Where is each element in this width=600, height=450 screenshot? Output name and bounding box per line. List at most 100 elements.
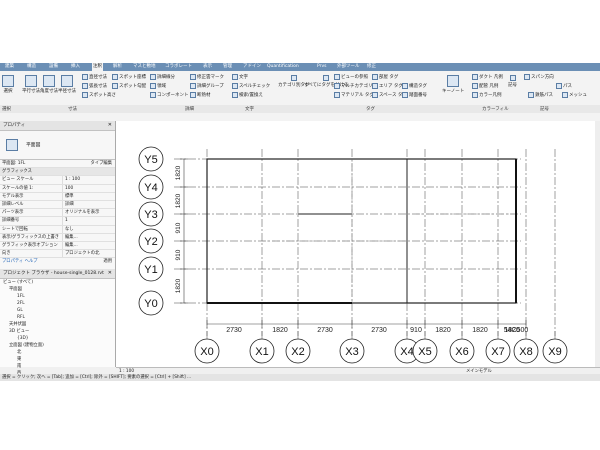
browser-tree-item[interactable]: 2FL bbox=[3, 300, 115, 307]
drawing-canvas[interactable]: 2730 1820 2730 2730 910 1820 1820 1820 54C500 182… bbox=[116, 121, 600, 367]
diameter-dim-button[interactable]: 直径寸法 bbox=[82, 74, 107, 80]
panel-text[interactable]: 文字 bbox=[245, 106, 254, 112]
panel-tag[interactable]: タグ bbox=[366, 106, 375, 112]
area-tag-button[interactable]: エリア タグ bbox=[372, 83, 403, 89]
view-reference-button[interactable]: ビューの参照 bbox=[334, 74, 368, 80]
property-value[interactable]: オリジナルを表示 bbox=[63, 209, 115, 216]
browser-tree-item[interactable]: 東 bbox=[3, 356, 115, 363]
find-replace-button[interactable]: 検索/置換え bbox=[232, 92, 263, 98]
radial-dim-button[interactable]: 半径寸法 bbox=[58, 75, 76, 94]
symbol-button[interactable]: 記号 bbox=[508, 75, 517, 88]
area-tag-label: エリア タグ bbox=[379, 84, 403, 89]
property-value[interactable]: 編集... bbox=[63, 242, 115, 249]
panel-select[interactable]: 選択 bbox=[2, 106, 11, 112]
browser-tree-item[interactable]: 1FL bbox=[3, 293, 115, 300]
floor-plan-drawing[interactable]: 2730 1820 2730 2730 910 1820 1820 1820 54C500 182… bbox=[116, 121, 600, 367]
pipe-legend-button[interactable]: 配管 凡例 bbox=[472, 83, 498, 89]
panel-color-fill[interactable]: カラーフィル bbox=[482, 106, 509, 112]
ribbon-tab-5[interactable]: 解析 bbox=[112, 63, 123, 71]
ribbon-tab-10[interactable]: アドイン bbox=[242, 63, 262, 71]
room-tag-button[interactable]: 部屋 タグ bbox=[372, 74, 398, 80]
ribbon-tab-8[interactable]: 表示 bbox=[202, 63, 213, 71]
property-value[interactable]: 編集... bbox=[63, 234, 115, 241]
ribbon-tab-12[interactable]: Prvs bbox=[316, 63, 328, 71]
ribbon-tab-3[interactable]: 挿入 bbox=[70, 63, 81, 71]
browser-tree-item[interactable]: 3D ビュー bbox=[3, 328, 115, 335]
properties-help-link[interactable]: プロパティ ヘルプ bbox=[0, 258, 62, 265]
spot-coord-button[interactable]: スポット座標 bbox=[112, 74, 146, 80]
type-selector[interactable]: 平面図 bbox=[0, 131, 115, 160]
region-button[interactable]: 領域 bbox=[150, 83, 166, 89]
ribbon-tab-7[interactable]: コラボレート bbox=[164, 63, 193, 71]
ribbon-tab-4[interactable]: 注釈 bbox=[92, 63, 103, 71]
ribbon-tab-14[interactable]: 修正 bbox=[366, 63, 377, 71]
path-button[interactable]: パス bbox=[556, 83, 572, 89]
rebar-path-button[interactable]: 鉄筋パス bbox=[528, 92, 553, 98]
property-value[interactable]: 1 bbox=[63, 217, 115, 224]
duct-legend-button[interactable]: ダクト 凡例 bbox=[472, 74, 503, 80]
property-value[interactable]: 100 bbox=[63, 185, 115, 192]
panel-dimension[interactable]: 寸法 bbox=[68, 106, 77, 112]
browser-tree-item[interactable]: RFL bbox=[3, 314, 115, 321]
vertical-scrollbar[interactable] bbox=[595, 121, 600, 367]
keynote-button[interactable]: キーノート bbox=[442, 75, 464, 94]
property-value[interactable]: 標準 bbox=[63, 193, 115, 200]
detail-group-button[interactable]: 詳細グループ bbox=[190, 83, 224, 89]
insulation-button[interactable]: 断熱材 bbox=[190, 92, 211, 98]
properties-pane: プロパティ ✕ 平面図 平面図: 1FL タイプ編集 グラフィックス ビュー ス… bbox=[0, 121, 116, 269]
ribbon-tab-13[interactable]: 外部ツール bbox=[336, 63, 361, 71]
close-icon[interactable]: ✕ bbox=[108, 269, 112, 278]
view-selector[interactable]: 平面図: 1FL bbox=[0, 160, 57, 167]
section-label: グラフィックス bbox=[2, 169, 32, 175]
aligned-dim-button[interactable]: 平行寸法 bbox=[22, 75, 40, 94]
property-name: 詳細レベル bbox=[0, 200, 63, 209]
ribbon-tab-11[interactable]: Quantification bbox=[266, 63, 300, 71]
browser-tree-item[interactable]: 天井伏図 bbox=[3, 321, 115, 328]
status-hint: 選択 = クリック; 次へ = [Tab]; 追加 = [Ctrl]; 除外 =… bbox=[2, 375, 192, 380]
floor-plan-icon bbox=[6, 139, 18, 151]
ribbon-tab-1[interactable]: 構造 bbox=[26, 63, 37, 71]
browser-tree-item[interactable]: ビュー (すべて) bbox=[3, 279, 115, 286]
dimension-text-x: 2730 bbox=[371, 327, 387, 334]
span-direction-button[interactable]: スパン方向 bbox=[524, 74, 554, 80]
color-legend-button[interactable]: カラー凡例 bbox=[472, 92, 502, 98]
browser-tree-item[interactable]: 北 bbox=[3, 349, 115, 356]
property-value[interactable]: 詳細 bbox=[63, 201, 115, 208]
mesh-button[interactable]: メッシュ bbox=[562, 92, 587, 98]
section-header[interactable]: グラフィックス bbox=[0, 168, 115, 177]
angular-dim-button[interactable]: 角度寸法 bbox=[40, 75, 58, 94]
spell-check-button[interactable]: スペルチェック bbox=[232, 83, 270, 89]
property-value[interactable]: なし bbox=[63, 226, 115, 233]
browser-tree-item[interactable]: {3D} bbox=[3, 335, 115, 342]
modify-button[interactable]: 選択 bbox=[2, 75, 14, 94]
detail-line-button[interactable]: 詳細線分 bbox=[150, 74, 175, 80]
ribbon-tab-0[interactable]: 建築 bbox=[4, 63, 15, 71]
browser-tree-item[interactable]: 平面図 bbox=[3, 286, 115, 293]
property-value[interactable]: プロジェクトの北 bbox=[63, 250, 115, 257]
apply-button[interactable]: 適用 bbox=[62, 258, 115, 265]
spot-elev-button[interactable]: スポット高さ bbox=[82, 92, 116, 98]
tread-number-button[interactable]: 踏面番号 bbox=[402, 92, 427, 98]
browser-tree-item[interactable]: GL bbox=[3, 307, 115, 314]
multi-category-button[interactable]: マルチカテゴリ bbox=[334, 83, 373, 89]
property-value[interactable]: 1 : 100 bbox=[63, 176, 115, 183]
edit-type-button[interactable]: タイプ編集 bbox=[57, 160, 115, 167]
browser-tree-item[interactable]: 南 bbox=[3, 363, 115, 370]
ribbon-tab-9[interactable]: 管理 bbox=[222, 63, 233, 71]
spot-slope-button[interactable]: スポット勾配 bbox=[112, 83, 146, 89]
text-button[interactable]: 文字 bbox=[232, 74, 248, 80]
component-button[interactable]: コンポーネント bbox=[150, 92, 189, 98]
close-icon[interactable]: ✕ bbox=[108, 121, 112, 130]
ribbon-tab-2[interactable]: 設備 bbox=[48, 63, 59, 71]
material-tag-button[interactable]: マテリアル タグ bbox=[334, 92, 374, 98]
browser-tree-item[interactable]: 立面図 (建物立面) bbox=[3, 342, 115, 349]
structural-tag-button[interactable]: 構造タグ bbox=[402, 83, 427, 89]
revision-cloud-button[interactable]: 修正雲マーク bbox=[190, 74, 224, 80]
grid-label-x: X7 bbox=[491, 346, 504, 358]
ribbon-tab-6[interactable]: マスと敷地 bbox=[132, 63, 157, 71]
panel-detail[interactable]: 詳細 bbox=[185, 106, 194, 112]
arc-dim-button[interactable]: 弧長寸法 bbox=[82, 83, 107, 89]
grid-label-x: X0 bbox=[200, 346, 213, 358]
arc-label: 弧長寸法 bbox=[89, 84, 107, 89]
panel-symbol[interactable]: 記号 bbox=[540, 106, 549, 112]
